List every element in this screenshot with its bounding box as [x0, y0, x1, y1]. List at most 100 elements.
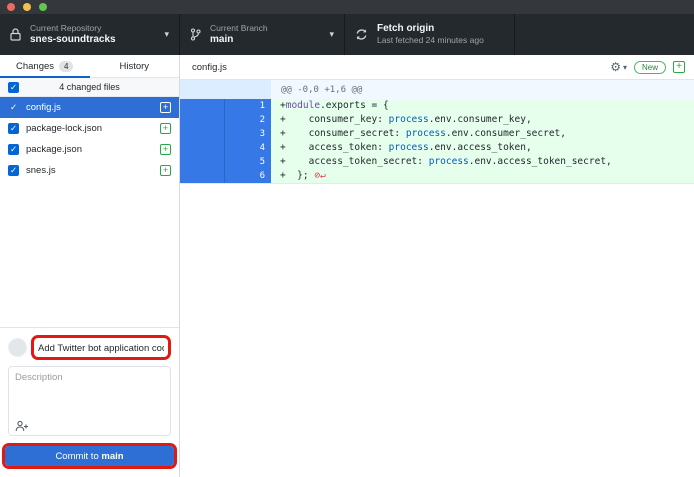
new-line-number: 2 — [225, 113, 271, 127]
diff-line[interactable]: 4+ access_token: process.env.access_toke… — [180, 141, 694, 155]
file-checkbox[interactable]: ✓ — [8, 123, 19, 134]
diff-end-divider — [180, 183, 694, 184]
file-row[interactable]: ✓ package.json + — [0, 139, 179, 160]
diff-line-gutter[interactable]: 2 — [180, 113, 271, 127]
diff-line-gutter[interactable]: 5 — [180, 155, 271, 169]
sidebar-spacer — [0, 181, 179, 327]
diff-line-code: + access_token_secret: process.env.acces… — [271, 155, 694, 169]
diff-panel: config.js ⚙ ▾ New + @@ -0,0 +1,6 @@ 1+mo… — [180, 55, 694, 477]
toolbar: Current Repository snes-soundtracks ▾ Cu… — [0, 14, 694, 55]
file-added-icon: + — [160, 165, 171, 176]
repository-label: Current Repository — [30, 23, 155, 34]
tab-changes-label: Changes — [16, 61, 54, 72]
diff-line-code: + consumer_secret: process.env.consumer_… — [271, 127, 694, 141]
file-added-icon: + — [160, 102, 171, 113]
file-row[interactable]: ✓ package-lock.json + — [0, 118, 179, 139]
sync-refresh-icon — [355, 28, 368, 41]
diff-options-button[interactable]: ⚙ ▾ — [610, 61, 627, 73]
diff-line-code: + consumer_key: process.env.consumer_key… — [271, 113, 694, 127]
diff-line-code: + }; ⊘↵ — [271, 169, 694, 183]
add-coauthor-icon[interactable] — [15, 419, 29, 431]
commit-description-box[interactable] — [8, 366, 171, 436]
changed-files-count: 4 changed files — [0, 82, 179, 92]
file-checkbox[interactable]: ✓ — [8, 144, 19, 155]
chevron-down-icon: ▾ — [329, 29, 334, 40]
tab-history-label: History — [119, 61, 149, 72]
current-repository-dropdown[interactable]: Current Repository snes-soundtracks ▾ — [0, 14, 180, 55]
minimize-button[interactable] — [23, 3, 31, 11]
diff-body: @@ -0,0 +1,6 @@ 1+module.exports = {2+ c… — [180, 80, 694, 477]
zoom-button[interactable] — [39, 3, 47, 11]
current-branch-dropdown[interactable]: Current Branch main ▾ — [180, 14, 345, 55]
commit-summary-input[interactable] — [34, 340, 168, 357]
chevron-down-icon: ▾ — [623, 63, 627, 72]
commit-button-annotation-box: Commit to main — [2, 443, 177, 470]
close-button[interactable] — [7, 3, 15, 11]
file-added-icon: + — [160, 123, 171, 134]
commit-to-main-button[interactable]: Commit to main — [5, 446, 174, 466]
hunk-header-row[interactable]: @@ -0,0 +1,6 @@ — [180, 80, 694, 99]
hunk-gutter — [180, 80, 271, 99]
git-branch-icon — [190, 28, 201, 41]
hunk-header-text: @@ -0,0 +1,6 @@ — [271, 80, 694, 99]
diff-line-gutter[interactable]: 4 — [180, 141, 271, 155]
new-line-number: 5 — [225, 155, 271, 169]
old-line-number — [180, 99, 225, 113]
file-status-badge: New — [634, 61, 666, 74]
chevron-down-icon: ▾ — [164, 29, 169, 40]
diff-line[interactable]: 1+module.exports = { — [180, 99, 694, 113]
fetch-origin-button[interactable]: Fetch origin Last fetched 24 minutes ago — [345, 14, 515, 55]
file-checkbox[interactable]: ✓ — [8, 102, 19, 113]
diff-header: config.js ⚙ ▾ New + — [180, 55, 694, 80]
file-checkbox[interactable]: ✓ — [8, 165, 19, 176]
sidebar-tabs: Changes 4 History — [0, 55, 179, 78]
old-line-number — [180, 155, 225, 169]
diff-line-gutter[interactable]: 6 — [180, 169, 271, 183]
repository-name: snes-soundtracks — [30, 34, 155, 46]
new-line-number: 4 — [225, 141, 271, 155]
file-added-icon: + — [673, 61, 685, 73]
new-line-number: 1 — [225, 99, 271, 113]
old-line-number — [180, 127, 225, 141]
new-line-number: 6 — [225, 169, 271, 183]
file-row[interactable]: ✓ config.js + — [0, 97, 179, 118]
file-name: package.json — [26, 144, 153, 155]
file-name: config.js — [26, 102, 153, 113]
commit-form: Commit to main — [0, 327, 179, 477]
lock-icon — [10, 28, 21, 41]
summary-annotation-box — [31, 335, 171, 360]
diff-line[interactable]: 3+ consumer_secret: process.env.consumer… — [180, 127, 694, 141]
tab-history[interactable]: History — [90, 55, 180, 77]
old-line-number — [180, 141, 225, 155]
old-line-number — [180, 169, 225, 183]
file-added-icon: + — [160, 144, 171, 155]
diff-lines: 1+module.exports = {2+ consumer_key: pro… — [180, 99, 694, 183]
file-name: package-lock.json — [26, 123, 153, 134]
diff-line-gutter[interactable]: 3 — [180, 127, 271, 141]
diff-line-code: +module.exports = { — [271, 99, 694, 113]
branch-name: main — [210, 34, 320, 46]
diff-line[interactable]: 6+ }; ⊘↵ — [180, 169, 694, 183]
user-avatar — [8, 338, 27, 357]
gear-icon: ⚙ — [610, 61, 621, 73]
diff-line[interactable]: 5+ access_token_secret: process.env.acce… — [180, 155, 694, 169]
commit-description-input[interactable] — [15, 372, 164, 410]
diff-line[interactable]: 2+ consumer_key: process.env.consumer_ke… — [180, 113, 694, 127]
changed-files-header: ✓ 4 changed files — [0, 78, 179, 97]
diff-line-gutter[interactable]: 1 — [180, 99, 271, 113]
app-window: Current Repository snes-soundtracks ▾ Cu… — [0, 0, 694, 477]
file-row[interactable]: ✓ snes.js + — [0, 160, 179, 181]
file-name: snes.js — [26, 165, 153, 176]
fetch-status: Last fetched 24 minutes ago — [377, 35, 504, 46]
file-list: ✓ config.js + ✓ package-lock.json + ✓ package.j… — [0, 97, 179, 181]
tab-changes[interactable]: Changes 4 — [0, 55, 90, 77]
diff-line-code: + access_token: process.env.access_token… — [271, 141, 694, 155]
sidebar: Changes 4 History ✓ 4 changed files ✓ con… — [0, 55, 180, 477]
titlebar — [0, 0, 694, 14]
old-line-number — [180, 113, 225, 127]
new-line-number: 3 — [225, 127, 271, 141]
toolbar-spacer — [515, 14, 694, 55]
changes-count-badge: 4 — [59, 61, 73, 72]
fetch-label: Fetch origin — [377, 23, 504, 35]
diff-file-name: config.js — [192, 62, 610, 73]
